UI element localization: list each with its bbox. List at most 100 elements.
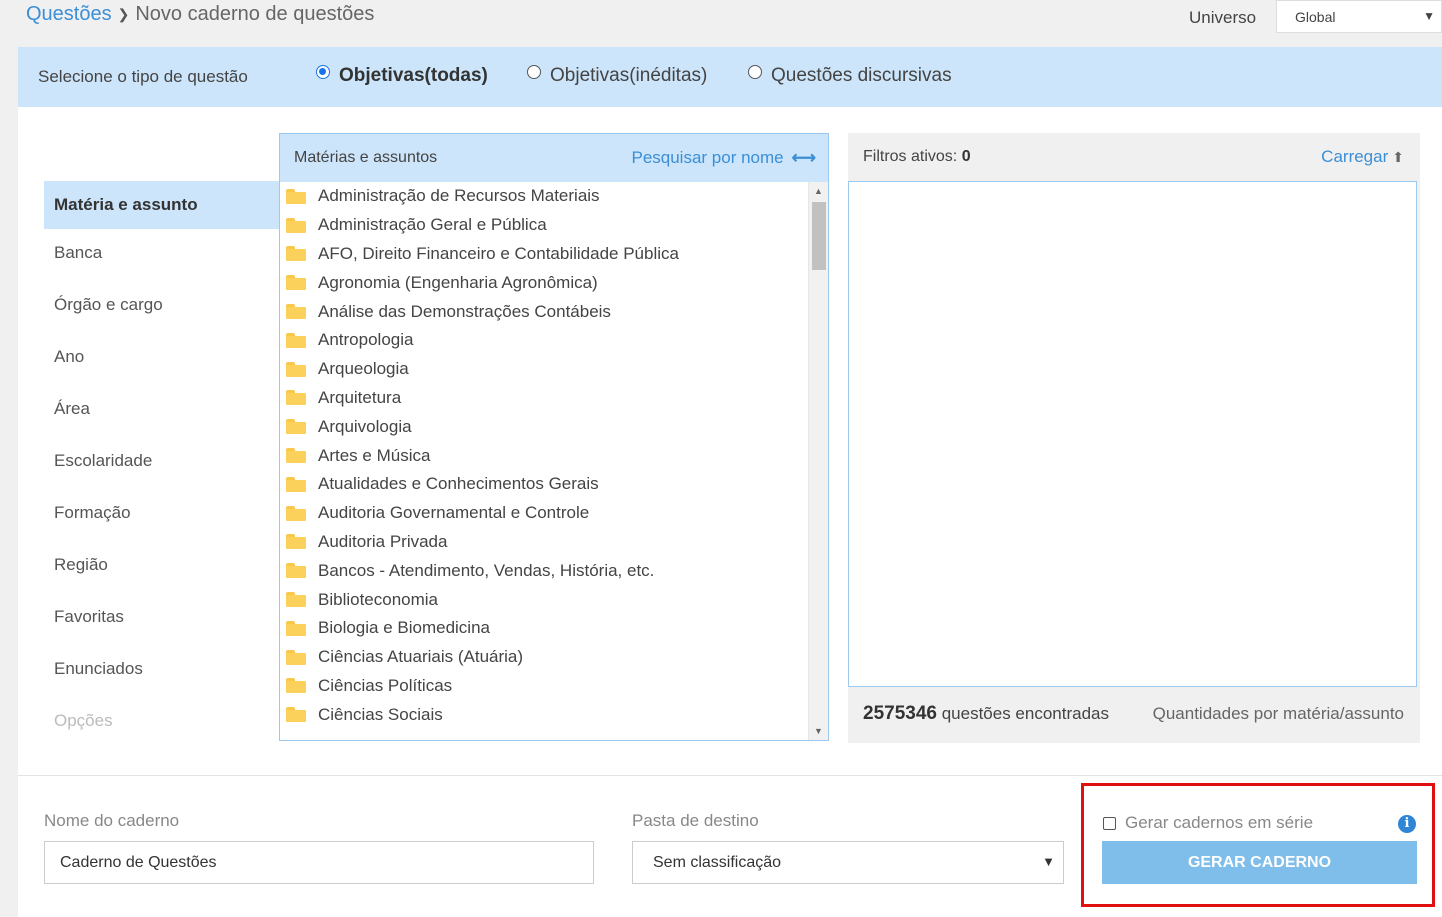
folder-icon <box>286 332 306 348</box>
materia-item[interactable]: Ciências Políticas <box>280 672 828 701</box>
folder-icon <box>286 275 306 291</box>
materia-item[interactable]: Arquivologia <box>280 412 828 441</box>
results-count: 2575346 questões encontradas <box>863 703 1109 725</box>
materias-panel: Matérias e assuntos Pesquisar por nome ⟷ … <box>279 133 829 741</box>
folder-icon <box>286 563 306 579</box>
materia-item[interactable]: AFO, Direito Financeiro e Contabilidade … <box>280 240 828 269</box>
chevron-right-icon: ❯ <box>117 6 130 22</box>
radio-objetivas-todas[interactable]: Objetivas(todas) <box>316 65 488 87</box>
radio-label: Objetivas(todas) <box>339 65 488 86</box>
chevron-down-icon: ▼ <box>1042 854 1055 869</box>
materias-header: Matérias e assuntos Pesquisar por nome ⟷ <box>280 134 828 182</box>
materia-label: Administração Geral e Pública <box>318 215 547 235</box>
materia-label: Agronomia (Engenharia Agronômica) <box>318 272 598 292</box>
folder-icon <box>286 419 306 435</box>
materias-title: Matérias e assuntos <box>294 149 438 166</box>
scroll-down-icon[interactable]: ▼ <box>814 726 823 736</box>
notebook-name-label: Nome do caderno <box>44 811 180 830</box>
materia-item[interactable]: Artes e Música <box>280 441 828 470</box>
upload-icon: ⬆ <box>1392 149 1404 165</box>
main-content: Selecione o tipo de questão Objetivas(to… <box>18 47 1442 917</box>
materia-item[interactable]: Antropologia <box>280 326 828 355</box>
folder-label: Pasta de destino <box>632 811 759 830</box>
folder-icon <box>286 304 306 320</box>
carregar-label: Carregar <box>1321 147 1389 166</box>
materia-label: AFO, Direito Financeiro e Contabilidade … <box>318 243 679 263</box>
folder-icon <box>286 361 306 377</box>
scroll-up-icon[interactable]: ▲ <box>814 186 823 196</box>
results-label: questões encontradas <box>941 704 1109 723</box>
materia-item[interactable]: Análise das Demonstrações Contábeis <box>280 297 828 326</box>
nav-item-opcoes: Opções <box>54 711 113 730</box>
materia-label: Bancos - Atendimento, Vendas, História, … <box>318 560 655 580</box>
nav-item-regiao[interactable]: Região <box>44 541 279 593</box>
radio-label: Questões discursivas <box>771 65 952 86</box>
materia-label: Biologia e Biomedicina <box>318 618 490 638</box>
carregar-link[interactable]: Carregar ⬆ <box>1321 147 1404 167</box>
nav-item-materia-assunto[interactable]: Matéria e assunto <box>44 181 279 229</box>
materia-item[interactable]: Agronomia (Engenharia Agronômica) <box>280 268 828 297</box>
breadcrumb: Questões ❯ Novo caderno de questões <box>26 3 374 26</box>
materias-list[interactable]: Administração de Recursos Materiais Admin… <box>280 182 828 740</box>
materia-item[interactable]: Arquitetura <box>280 384 828 413</box>
materia-label: Arquivologia <box>318 416 412 436</box>
materia-label: Ciências Sociais <box>318 704 443 724</box>
universo-select[interactable]: Global ▼ <box>1276 0 1442 33</box>
folder-icon <box>286 534 306 550</box>
swap-arrows-icon: ⟷ <box>791 148 816 167</box>
folder-value: Sem classificação <box>653 854 782 871</box>
nav-item-escolaridade[interactable]: Escolaridade <box>44 437 279 489</box>
nav-item-formacao[interactable]: Formação <box>44 489 279 541</box>
radio-unchecked-icon <box>748 65 762 79</box>
nav-item-ano[interactable]: Ano <box>44 333 279 385</box>
pesquisar-por-nome-link[interactable]: Pesquisar por nome ⟷ <box>631 148 816 168</box>
materia-label: Ciências Atuariais (Atuária) <box>318 647 524 667</box>
quantidades-link[interactable]: Quantidades por matéria/assunto <box>1153 704 1404 724</box>
notebook-name-input[interactable]: Caderno de Questões <box>44 841 594 884</box>
radio-checked-icon <box>316 65 330 79</box>
materia-item[interactable]: Bancos - Atendimento, Vendas, História, … <box>280 556 828 585</box>
info-icon[interactable]: i <box>1398 815 1416 833</box>
nav-item-favoritas[interactable]: Favoritas <box>44 593 279 645</box>
materia-item[interactable]: Ciências Sociais <box>280 700 828 729</box>
nav-item-area[interactable]: Área <box>44 385 279 437</box>
materia-label: Antropologia <box>318 330 414 350</box>
materia-item[interactable]: Auditoria Governamental e Controle <box>280 499 828 528</box>
materia-label: Ciências Políticas <box>318 675 453 695</box>
materia-item[interactable]: Arqueologia <box>280 355 828 384</box>
list-scrollbar[interactable]: ▲ ▼ <box>808 182 828 740</box>
materia-item[interactable]: Biologia e Biomedicina <box>280 614 828 643</box>
materia-label: Biblioteconomia <box>318 589 439 609</box>
serie-checkbox[interactable]: Gerar cadernos em série <box>1103 813 1313 833</box>
nav-item-banca[interactable]: Banca <box>44 229 279 281</box>
materia-item[interactable]: Administração Geral e Pública <box>280 211 828 240</box>
materia-item[interactable]: Atualidades e Conhecimentos Gerais <box>280 470 828 499</box>
folder-icon <box>286 217 306 233</box>
folder-icon <box>286 390 306 406</box>
radio-label: Objetivas(inéditas) <box>550 65 708 86</box>
materia-label: Artes e Música <box>318 445 431 465</box>
radio-questoes-discursivas[interactable]: Questões discursivas <box>748 65 952 87</box>
scroll-thumb[interactable] <box>812 202 826 270</box>
materia-item[interactable]: Ciências Atuariais (Atuária) <box>280 643 828 672</box>
breadcrumb-root-link[interactable]: Questões <box>26 3 112 26</box>
materia-item[interactable]: Auditoria Privada <box>280 528 828 557</box>
radio-objetivas-ineditas[interactable]: Objetivas(inéditas) <box>527 65 707 87</box>
radio-unchecked-icon <box>527 65 541 79</box>
results-number: 2575346 <box>863 703 937 724</box>
folder-icon <box>286 188 306 204</box>
materia-label: Atualidades e Conhecimentos Gerais <box>318 474 599 494</box>
folder-icon <box>286 448 306 464</box>
folder-select[interactable]: Sem classificação ▼ <box>632 841 1064 884</box>
gerar-caderno-button[interactable]: GERAR CADERNO <box>1102 841 1417 884</box>
pesquisar-label: Pesquisar por nome <box>631 148 784 167</box>
materia-item[interactable]: Administração de Recursos Materiais <box>280 182 828 211</box>
nav-item-orgao-cargo[interactable]: Órgão e cargo <box>44 281 279 333</box>
folder-icon <box>286 620 306 636</box>
universo-label: Universo <box>1189 8 1257 27</box>
materia-item[interactable]: Biblioteconomia <box>280 585 828 614</box>
materia-label: Arqueologia <box>318 359 409 379</box>
top-bar: Questões ❯ Novo caderno de questões Univ… <box>0 0 1442 46</box>
nav-item-enunciados[interactable]: Enunciados <box>44 645 279 697</box>
checkbox-icon <box>1103 816 1116 830</box>
